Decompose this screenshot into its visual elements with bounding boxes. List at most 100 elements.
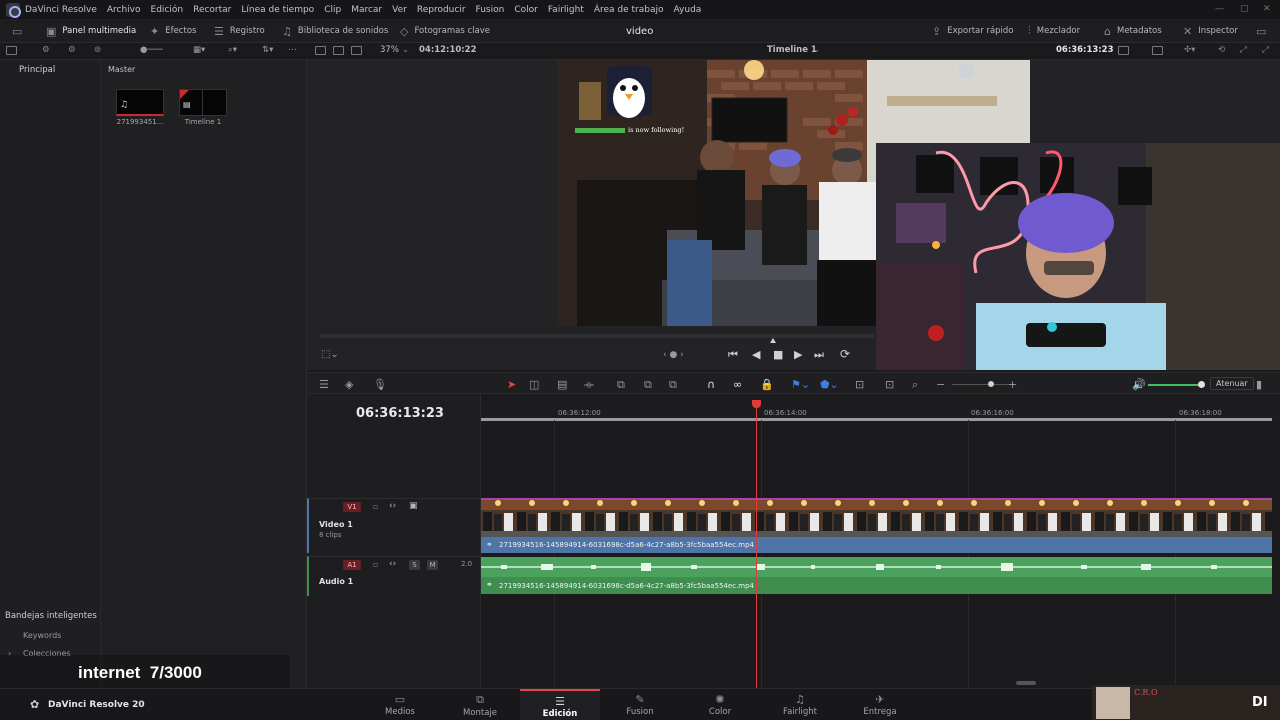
workspace-toggle-button[interactable]: ▭ <box>12 19 28 43</box>
page-color[interactable]: ✺ Color <box>680 689 760 720</box>
timeline-dropdown-icon[interactable]: ⌄ <box>813 45 820 55</box>
mixer-button[interactable]: ⫶ Mezclador <box>1028 19 1080 43</box>
menu-fusion[interactable]: Fusion <box>476 5 505 15</box>
timeline-view-options-icon[interactable]: ☰ <box>319 378 329 391</box>
zoom-slider-handle[interactable] <box>988 381 994 387</box>
play-reverse-icon[interactable]: ◀ <box>752 348 760 361</box>
close-icon[interactable]: ✕ <box>1263 4 1271 14</box>
jog-control-icon[interactable]: ‹ ● › <box>663 350 684 360</box>
microphone-icon[interactable]: 🎙 <box>373 378 387 391</box>
zoom-dropdown-icon[interactable]: ⌄ <box>402 45 409 55</box>
metadata-button[interactable]: ⌂ Metadatos <box>1104 19 1162 43</box>
track-visibility-icon[interactable]: ▣ <box>409 501 418 511</box>
video-track-name[interactable]: Video 1 <box>319 520 353 529</box>
menu-linea-de-tiempo[interactable]: Línea de tiempo <box>241 5 314 15</box>
play-icon[interactable]: ▶ <box>794 348 802 361</box>
timeline-ruler[interactable]: 06:36:12:00 06:36:14:00 06:36:16:00 06:3… <box>481 402 1280 421</box>
grid-view-icon[interactable]: ▦▾ <box>193 45 205 55</box>
solo-button[interactable]: S <box>409 560 420 570</box>
volume-slider-handle[interactable] <box>1198 381 1205 388</box>
menu-clip[interactable]: Clip <box>324 5 341 15</box>
video-clip-bar[interactable]: ⚭ 2719934516-145894914-6031698c-d5a6-4c2… <box>481 537 1272 553</box>
audio-auto-select-icon[interactable]: ‹› <box>389 559 396 569</box>
page-montaje[interactable]: ⧉ Montaje <box>440 689 520 720</box>
crop-tool-icon[interactable]: ⬚⌄ <box>321 349 339 360</box>
audio-track-name[interactable]: Audio 1 <box>319 577 353 586</box>
index-button[interactable]: ☰ Registro <box>214 19 265 43</box>
transform-icon[interactable]: ✣▾ <box>1184 45 1195 55</box>
zoom-full-icon[interactable]: ⊡ <box>855 378 864 391</box>
menu-color[interactable]: Color <box>514 5 538 15</box>
expand-icon[interactable]: ⤢ <box>1240 45 1247 55</box>
timeline-zoom-slider[interactable] <box>952 384 1012 385</box>
audio-lock-icon[interactable]: ▫ <box>373 560 378 569</box>
playhead[interactable] <box>756 400 757 688</box>
viewer-scrub-bar[interactable] <box>319 334 874 338</box>
fullscreen-icon[interactable]: ⤢ <box>1262 45 1269 55</box>
selection-tool-icon[interactable]: ➤ <box>507 378 516 391</box>
menu-marcar[interactable]: Marcar <box>351 5 382 15</box>
dynamic-trim-icon[interactable]: ▤ <box>557 378 567 391</box>
audio-track-tag[interactable]: A1 <box>343 560 361 570</box>
viewer-mode-icon[interactable] <box>315 46 326 55</box>
panel-toggle-button[interactable]: ▭ <box>1256 19 1272 43</box>
sound-library-button[interactable]: ♫ Biblioteca de sonidos <box>282 19 388 43</box>
timeline-thumbnail[interactable]: ▤ <box>179 89 227 116</box>
replace-clip-icon[interactable]: ⧉ <box>669 378 677 392</box>
menu-edicion[interactable]: Edición <box>151 5 184 15</box>
blade-tool-icon[interactable]: ⟛ <box>584 378 594 392</box>
auto-select-icon[interactable]: ‹› <box>389 501 396 511</box>
video-clip-filmstrip[interactable] <box>481 498 1272 537</box>
flag-icon[interactable]: ⚑⌄ <box>791 378 810 391</box>
page-medios[interactable]: ▭ Medios <box>360 689 440 720</box>
volume-icon[interactable]: 🔊 <box>1132 378 1146 391</box>
menu-area-de-trabajo[interactable]: Área de trabajo <box>594 5 664 15</box>
scrub-position-icon[interactable] <box>770 338 776 343</box>
playhead-handle[interactable] <box>752 400 761 408</box>
lock-icon[interactable]: 🔒 <box>760 378 774 391</box>
linked-selection-icon[interactable]: ∞ <box>733 378 742 391</box>
video-track-tag[interactable]: V1 <box>343 502 361 512</box>
timeline-scrollbar[interactable] <box>1016 681 1036 685</box>
menu-recortar[interactable]: Recortar <box>193 5 231 15</box>
effects-button[interactable]: ✦ Efectos <box>150 19 196 43</box>
inspector-button[interactable]: ✕ Inspector <box>1183 19 1238 43</box>
viewer-zoom-value[interactable]: 37% <box>380 45 399 55</box>
zoom-in-icon[interactable]: + <box>1008 378 1017 391</box>
zoom-out-icon[interactable]: − <box>936 378 945 391</box>
keyframes-button[interactable]: ◇ Fotogramas clave <box>400 19 490 43</box>
trim-tool-icon[interactable]: ◫ <box>529 378 539 391</box>
search-icon[interactable]: ⌕▾ <box>228 45 237 55</box>
skip-to-start-icon[interactable]: ⏮ <box>728 348 738 362</box>
marker-icon[interactable]: ⬟⌄ <box>820 378 839 391</box>
media-pool-button[interactable]: ▣ Panel multimedia <box>46 19 136 43</box>
menu-fairlight[interactable]: Fairlight <box>548 5 584 15</box>
loop-icon[interactable]: ⟳ <box>840 347 850 361</box>
clip-view-icon[interactable] <box>1118 46 1129 55</box>
thumbnail-size-slider[interactable]: ●─── <box>140 45 163 55</box>
page-entrega[interactable]: ✈ Entrega <box>840 689 920 720</box>
audio-clip[interactable]: ⚭ 2719934516-145894914-6031698c-d5a6-4c2… <box>481 557 1272 594</box>
page-edicion[interactable]: ☰ Edición <box>520 689 600 720</box>
volume-slider[interactable] <box>1148 384 1200 386</box>
overwrite-clip-icon[interactable]: ⧉ <box>644 378 652 392</box>
audio-meter-toggle-icon[interactable]: ▮ <box>1256 378 1262 391</box>
page-fusion[interactable]: ✎ Fusion <box>600 689 680 720</box>
bin-master[interactable]: Principal <box>19 65 55 75</box>
quick-export-button[interactable]: ⇪ Exportar rápido <box>932 19 1014 43</box>
dual-viewer-icon[interactable] <box>351 46 362 55</box>
menu-ver[interactable]: Ver <box>392 5 407 15</box>
sort-order-icon[interactable]: ⇅▾ <box>262 45 273 55</box>
menu-ayuda[interactable]: Ayuda <box>674 5 702 15</box>
zoom-detail-icon[interactable]: ⊡ <box>885 378 894 391</box>
menu-archivo[interactable]: Archivo <box>107 5 141 15</box>
audio-clip-thumbnail[interactable]: ♫ <box>116 89 164 116</box>
zoom-custom-icon[interactable]: ⌕ <box>912 378 918 392</box>
bin-list-icon[interactable] <box>6 46 17 55</box>
mute-button[interactable]: M <box>427 560 438 570</box>
track-lock-icon[interactable]: ▫ <box>373 502 378 511</box>
minimize-icon[interactable]: — <box>1215 4 1224 14</box>
skip-to-end-icon[interactable]: ⏭ <box>814 348 824 362</box>
timeline-name[interactable]: Timeline 1 <box>767 45 817 55</box>
audio-meter-icon[interactable]: ⟲ <box>1218 45 1225 55</box>
